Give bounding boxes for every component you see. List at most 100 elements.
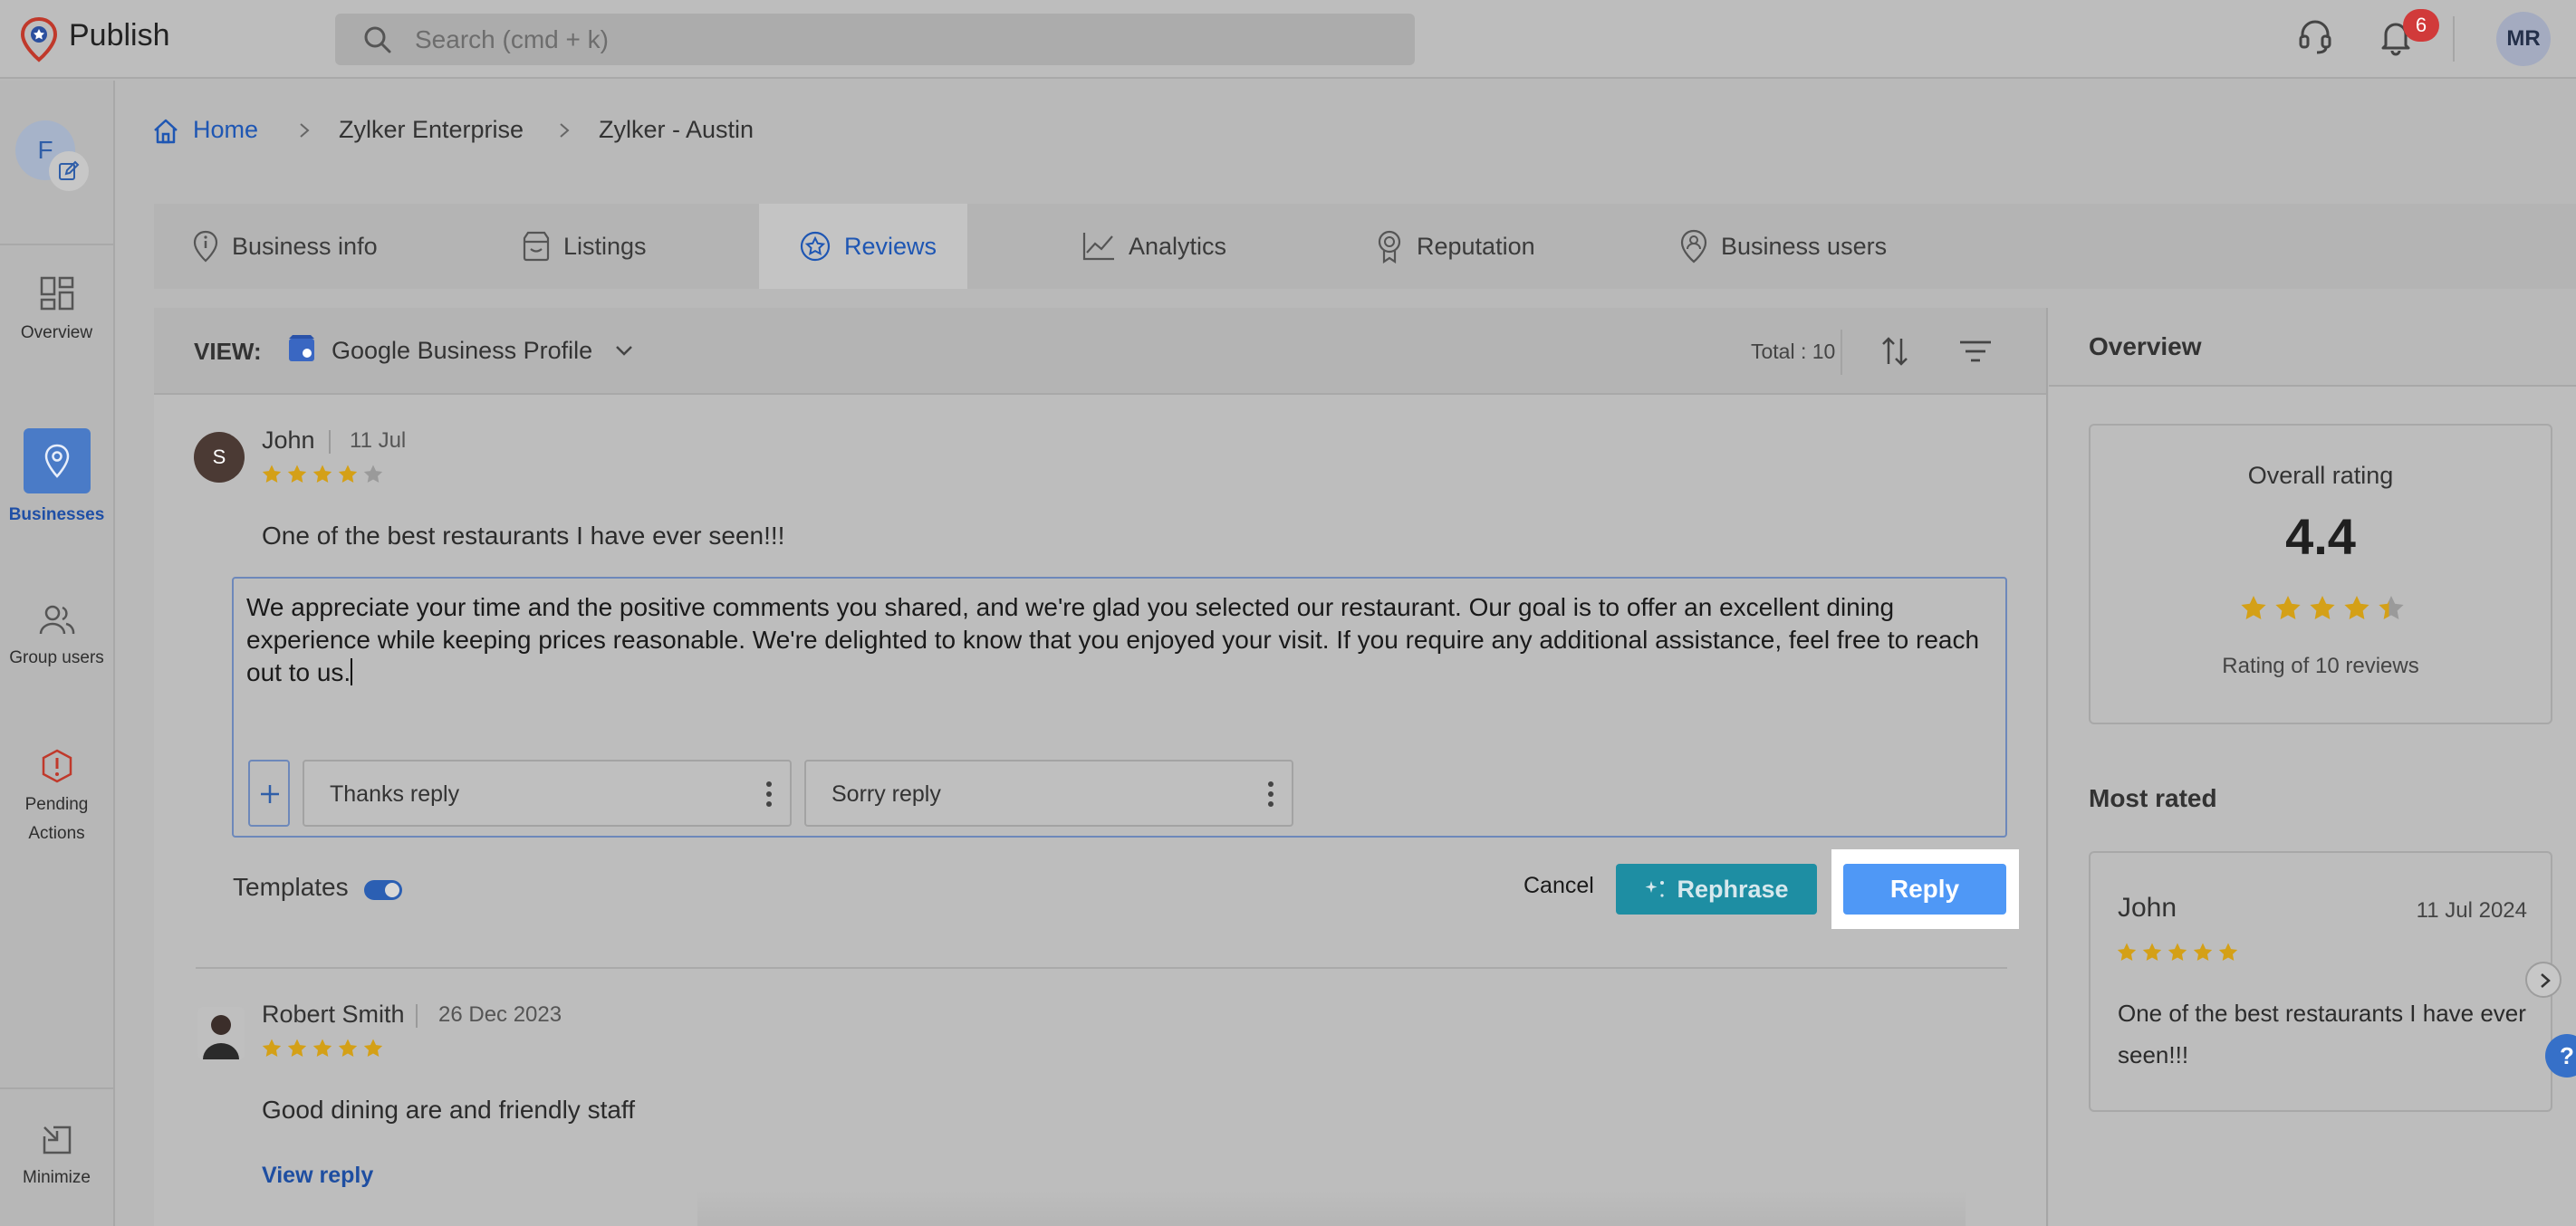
rail-item-label: Pending [24,795,89,814]
review-text: Good dining are and friendly staff [262,1096,635,1124]
reviewer-photo [197,1007,245,1059]
user-pin-icon [1680,229,1707,263]
view-select[interactable]: Google Business Profile [332,337,592,365]
overall-rating-label: Overall rating [2247,462,2394,489]
template-card[interactable]: Thanks reply [303,760,792,827]
rephrase-label: Rephrase [1677,875,1789,903]
templates-toggle[interactable] [364,880,402,900]
info-pin-icon [193,230,218,263]
rail-item-group-users[interactable]: Group users [0,604,113,673]
overview-panel: Overview Overall rating 4.4 Rating of 10… [2049,308,2576,1226]
search-icon [364,26,391,53]
alert-icon [42,749,72,783]
overview-header: Overview [2049,308,2576,387]
overview-title: Overview [2089,332,2202,360]
tab-business-info[interactable]: Business info [192,204,378,289]
star-icon [363,465,383,483]
review-date: 11 Jul [350,428,407,453]
star-icon [2117,943,2137,961]
star-badge-icon [800,231,831,262]
view-label: VIEW: [194,338,262,365]
breadcrumb-home[interactable]: Home [193,116,258,144]
tab-reviews[interactable]: Reviews [759,204,967,289]
reply-button[interactable]: Reply [1843,864,2006,915]
dashboard-icon [40,276,73,311]
chevron-right-icon [2541,973,2551,988]
template-card[interactable]: Sorry reply [804,760,1293,827]
review-rating [261,1038,384,1059]
most-rated-name: John [2118,893,2177,923]
publish-logo-icon[interactable] [18,16,60,63]
star-icon [338,465,358,483]
rail-item-label-group: Pending Actions [0,790,113,848]
star-icon [287,465,307,483]
more-options-icon[interactable] [1266,780,1275,809]
most-rated-text: One of the best restaurants I have ever … [2118,1000,2526,1068]
minimize-icon [43,1125,71,1154]
user-avatar[interactable]: MR [2496,12,2551,66]
rail-divider [0,244,113,245]
award-icon [1378,230,1401,263]
meta-separator [329,430,331,454]
minimize-button[interactable]: Minimize [0,1124,113,1192]
sparkle-icon [1645,881,1665,897]
reply-editor[interactable]: We appreciate your time and the positive… [232,577,2007,838]
home-icon[interactable] [152,118,179,145]
star-icon [2167,943,2187,961]
star-icon [2379,596,2404,619]
reviewer-name: John [262,426,315,454]
most-rated-card[interactable]: John 11 Jul 2024 One of the best restaur… [2089,851,2552,1112]
rephrase-button[interactable]: Rephrase [1616,864,1817,915]
sort-icon[interactable] [1880,335,1909,368]
rail-item-overview[interactable]: Overview [0,275,113,348]
tab-business-users[interactable]: Business users [1679,204,1887,289]
reply-textarea[interactable]: We appreciate your time and the positive… [246,591,1994,689]
meta-separator [416,1004,418,1028]
tab-label: Reviews [844,232,937,260]
template-label: Sorry reply [831,781,941,807]
review-text: One of the best restaurants I have ever … [262,522,785,550]
edit-icon [59,160,80,180]
chevron-right-icon [560,123,570,138]
rail-item-label: Businesses [8,505,105,524]
tab-label: Analytics [1129,232,1227,260]
rail-item-businesses-highlight [23,428,91,493]
more-options-icon[interactable] [764,780,774,809]
tab-label: Reputation [1417,232,1535,260]
reviews-panel: VIEW: Google Business Profile Total : 10… [154,308,2047,1226]
star-icon [312,1039,332,1057]
tab-analytics[interactable]: Analytics [1081,204,1226,289]
rail-item-pending-actions[interactable]: Pending Actions [0,749,113,848]
app-title: Publish [69,18,170,53]
plus-icon [261,785,279,803]
star-icon [363,1039,383,1057]
cancel-button[interactable]: Cancel [1523,873,1594,899]
view-reply-link[interactable]: View reply [262,1163,373,1189]
left-rail: F Overview Businesses Group users Pendin… [0,81,115,1226]
rail-divider [0,1087,113,1089]
toolbar-divider [1841,330,1842,375]
minimize-label: Minimize [23,1168,91,1187]
add-template-button[interactable] [248,760,290,827]
filter-icon[interactable] [1958,339,1993,364]
edit-account-button[interactable] [49,151,89,191]
breadcrumb-enterprise[interactable]: Zylker Enterprise [339,116,524,144]
scroll-fade [697,1191,1966,1226]
rail-item-businesses[interactable]: Businesses [0,428,113,530]
next-button[interactable] [2525,962,2562,998]
star-icon [2193,943,2213,961]
star-icon [262,1039,282,1057]
most-rated-stars [2116,942,2239,963]
total-count: Total : 10 [1751,340,1836,363]
tab-listings[interactable]: Listings [522,204,647,289]
search-input[interactable]: Search (cmd + k) [335,14,1415,65]
tab-label: Business users [1721,232,1888,260]
line-chart-icon [1082,233,1114,261]
chevron-down-icon[interactable] [614,344,634,357]
star-icon [2344,596,2369,619]
tab-reputation[interactable]: Reputation [1375,204,1535,289]
breadcrumb-location: Zylker - Austin [599,116,755,143]
templates-label: Templates [233,873,349,901]
headset-icon[interactable] [2297,16,2333,56]
top-bar: Publish Search (cmd + k) 6 MR [0,0,2576,79]
